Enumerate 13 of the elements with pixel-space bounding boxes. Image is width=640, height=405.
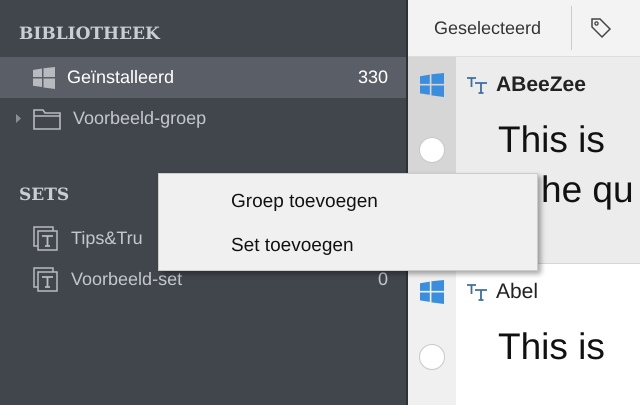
item-count: 330 [358, 67, 389, 88]
section-heading: BIBLIOTHEEK [18, 24, 160, 46]
font-name: ABeeZee [496, 73, 586, 97]
preview-text: This is [497, 325, 605, 369]
section-heading: SETS [18, 185, 70, 207]
preview-text: This is [497, 118, 606, 162]
preview-text: he qu [540, 168, 634, 212]
item-label: Tips&Tru [71, 228, 143, 249]
item-label: Voorbeeld-set [71, 269, 182, 290]
font-name: Abel [496, 280, 538, 304]
item-label: Voorbeeld-groep [73, 108, 206, 129]
item-count: 0 [378, 269, 389, 290]
item-label: Geïnstalleerd [67, 67, 174, 88]
